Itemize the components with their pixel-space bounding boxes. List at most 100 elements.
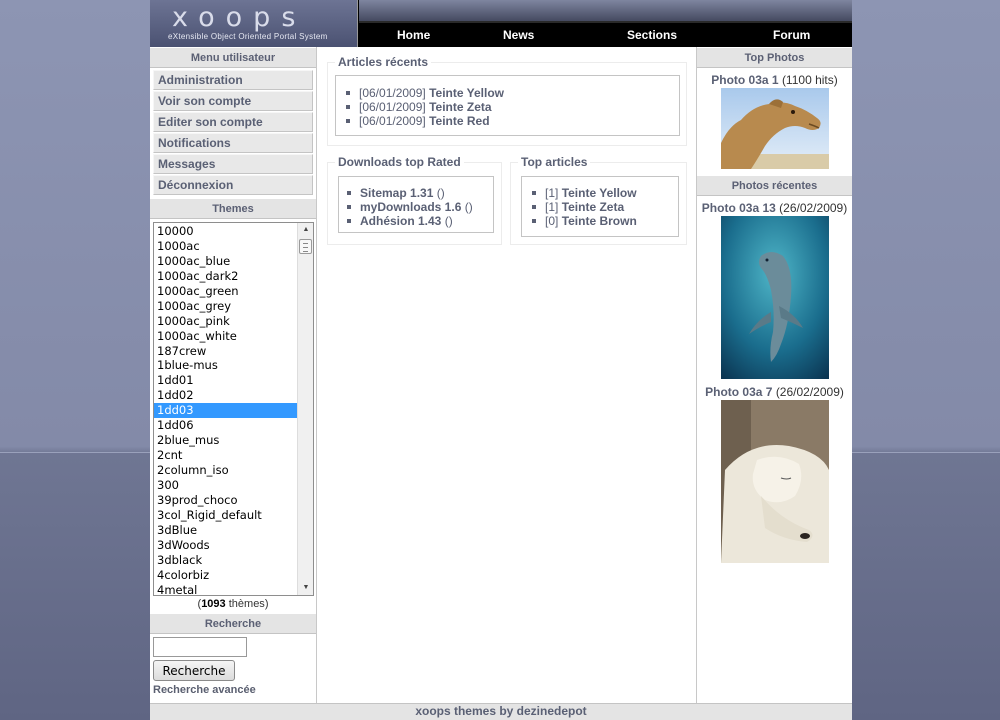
bullet-icon <box>347 218 351 223</box>
logo-subtitle: eXtensible Object Oriented Portal System <box>168 32 328 41</box>
theme-option[interactable]: 1dd02 <box>154 388 298 403</box>
theme-option[interactable]: 3dWoods <box>154 538 298 553</box>
page-container: xoops eXtensible Object Oriented Portal … <box>150 0 852 720</box>
header-banner <box>359 0 852 21</box>
theme-option[interactable]: 3dblack <box>154 553 298 568</box>
theme-option[interactable]: 1000ac_grey <box>154 299 298 314</box>
bullet-icon <box>346 90 350 95</box>
theme-option[interactable]: 1dd06 <box>154 418 298 433</box>
download-rating: () <box>464 200 473 214</box>
nav-sections[interactable]: Sections <box>627 28 677 42</box>
theme-option[interactable]: 4metal <box>154 583 298 596</box>
theme-select-list[interactable]: 10000 1000ac 1000ac_blue 1000ac_dark2 1000ac… <box>153 222 314 596</box>
top-articles-list: [1] Teinte Yellow [1] Teinte Zeta [0] Te… <box>521 176 679 237</box>
theme-option[interactable]: 1000ac_white <box>154 329 298 344</box>
theme-option[interactable]: 1000ac_blue <box>154 254 298 269</box>
article-date: [06/01/2009] <box>359 86 426 100</box>
menu-item-notifications[interactable]: Notifications <box>153 133 313 153</box>
theme-option[interactable]: 1000ac <box>154 239 298 254</box>
menu-item-view-account[interactable]: Voir son compte <box>153 91 313 111</box>
menu-item-edit-account[interactable]: Editer son compte <box>153 112 313 132</box>
list-item: [06/01/2009] Teinte Zeta <box>346 100 679 114</box>
theme-option[interactable]: 1dd01 <box>154 373 298 388</box>
theme-option[interactable]: 1blue-mus <box>154 358 298 373</box>
theme-options: 10000 1000ac 1000ac_blue 1000ac_dark2 1000ac… <box>154 223 298 596</box>
scroll-thumb[interactable] <box>299 239 312 254</box>
bullet-icon <box>346 104 350 109</box>
theme-count-suffix: thèmes <box>228 598 265 610</box>
theme-count: (1093 thèmes) <box>197 598 269 610</box>
theme-option[interactable]: 2blue_mus <box>154 433 298 448</box>
theme-option[interactable]: 1000ac_pink <box>154 314 298 329</box>
bullet-icon <box>532 190 536 195</box>
nav-forum[interactable]: Forum <box>773 28 810 42</box>
user-menu-title: Menu utilisateur <box>150 47 316 68</box>
list-item: [06/01/2009] Teinte Red <box>346 114 679 128</box>
advanced-search-link[interactable]: Recherche avancée <box>153 684 316 696</box>
theme-option[interactable]: 3dBlue <box>154 523 298 538</box>
logo-text: xoops <box>172 2 307 33</box>
theme-option[interactable]: 3col_Rigid_default <box>154 508 298 523</box>
right-column: Top Photos Photo 03a 1 (1100 hits) Photo… <box>697 47 852 703</box>
theme-option[interactable]: 1dd03 <box>154 403 298 419</box>
list-item: [06/01/2009] Teinte Yellow <box>346 86 679 100</box>
download-rating: () <box>436 186 445 200</box>
download-link[interactable]: Sitemap 1.31 <box>360 186 433 200</box>
menu-item-messages[interactable]: Messages <box>153 154 313 174</box>
bullet-icon <box>532 218 536 223</box>
bullet-icon <box>532 204 536 209</box>
theme-list-scrollbar[interactable]: ▲ ▼ <box>297 223 313 595</box>
left-column: Menu utilisateur Administration Voir son… <box>150 47 317 703</box>
article-count: [1] <box>545 200 559 214</box>
theme-option[interactable]: 187crew <box>154 344 298 359</box>
theme-option[interactable]: 39prod_choco <box>154 493 298 508</box>
article-link[interactable]: Teinte Zeta <box>429 100 491 114</box>
menu-item-administration[interactable]: Administration <box>153 70 313 90</box>
article-link[interactable]: Teinte Zeta <box>562 200 624 214</box>
article-count: [0] <box>545 214 559 228</box>
top-articles-block: Top articles [1] Teinte Yellow [1] Teint… <box>510 155 687 245</box>
downloads-top-list: Sitemap 1.31 () myDownloads 1.6 () Adhés… <box>338 176 494 233</box>
theme-option[interactable]: 10000 <box>154 224 298 239</box>
recent-articles-title: Articles récents <box>335 55 432 69</box>
search-input[interactable] <box>153 637 247 657</box>
center-column: Articles récents [06/01/2009] Teinte Yel… <box>317 47 697 703</box>
list-item: [0] Teinte Brown <box>532 214 678 228</box>
top-photos-title: Top Photos <box>697 47 852 68</box>
menu-item-logout[interactable]: Déconnexion <box>153 175 313 195</box>
article-link[interactable]: Teinte Yellow <box>429 86 504 100</box>
nav-news[interactable]: News <box>503 28 534 42</box>
recent-articles-list: [06/01/2009] Teinte Yellow [06/01/2009] … <box>335 75 680 136</box>
list-item: [1] Teinte Zeta <box>532 200 678 214</box>
article-link[interactable]: Teinte Yellow <box>562 186 637 200</box>
article-link[interactable]: Teinte Red <box>429 114 489 128</box>
theme-option[interactable]: 300 <box>154 478 298 493</box>
photo-caption: Photo 03a 7 (26/02/2009) <box>697 385 852 399</box>
scroll-down-arrow-icon[interactable]: ▼ <box>298 581 313 595</box>
polar-bear-photo[interactable] <box>720 400 829 563</box>
photo-name[interactable]: Photo 03a 13 <box>702 201 776 215</box>
site-logo[interactable]: xoops eXtensible Object Oriented Portal … <box>150 0 358 47</box>
bullet-icon <box>347 204 351 209</box>
scroll-up-arrow-icon[interactable]: ▲ <box>298 223 313 237</box>
nav-home[interactable]: Home <box>397 28 430 42</box>
list-item: [1] Teinte Yellow <box>532 186 678 200</box>
download-link[interactable]: myDownloads 1.6 <box>360 200 461 214</box>
theme-option[interactable]: 2column_iso <box>154 463 298 478</box>
download-link[interactable]: Adhésion 1.43 <box>360 214 441 228</box>
theme-option[interactable]: 1000ac_dark2 <box>154 269 298 284</box>
dolphin-photo[interactable] <box>720 216 829 379</box>
theme-option[interactable]: 1000ac_green <box>154 284 298 299</box>
search-button[interactable]: Recherche <box>153 660 235 681</box>
article-count: [1] <box>545 186 559 200</box>
article-date: [06/01/2009] <box>359 100 426 114</box>
photo-name[interactable]: Photo 03a 1 <box>711 73 778 87</box>
photo-name[interactable]: Photo 03a 7 <box>705 385 772 399</box>
photo-meta: (26/02/2009) <box>779 201 848 215</box>
theme-option[interactable]: 2cnt <box>154 448 298 463</box>
theme-option[interactable]: 4colorbiz <box>154 568 298 583</box>
photo-caption: Photo 03a 1 (1100 hits) <box>697 73 852 87</box>
search-title: Recherche <box>150 613 316 634</box>
camel-photo[interactable] <box>720 88 829 169</box>
article-link[interactable]: Teinte Brown <box>562 214 637 228</box>
